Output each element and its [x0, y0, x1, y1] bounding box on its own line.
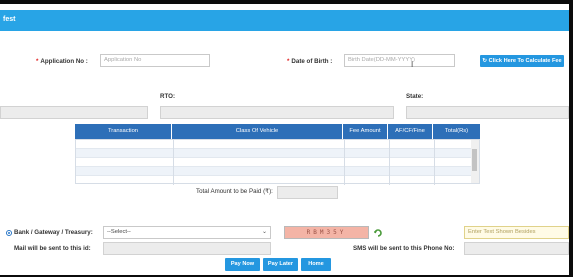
field-left-readonly [0, 106, 148, 119]
captcha-image: RBM35Y [284, 226, 369, 239]
total-amount-field [277, 186, 338, 199]
fee-table-header: Transaction Class Of Vehicle Fee Amount … [75, 124, 480, 139]
scrollbar-thumb[interactable] [472, 149, 477, 171]
text-cursor-icon: I [411, 60, 414, 69]
table-row [76, 158, 473, 167]
table-row [76, 140, 473, 149]
total-amount-label: Total Amount to be Paid (₹): [196, 188, 273, 195]
table-row [76, 167, 473, 176]
chevron-down-icon: ⌄ [261, 229, 267, 235]
application-no-input[interactable]: Application No [100, 54, 210, 67]
state-field [406, 106, 569, 119]
calculate-fee-button[interactable]: ↻ Click Here To Calculate Fee [480, 55, 564, 67]
captcha-input[interactable]: Enter Text Shown Besides [464, 226, 569, 239]
bank-gateway-select[interactable]: --Select-- ⌄ [103, 226, 271, 239]
pay-later-button[interactable]: Pay Later [263, 258, 298, 271]
fee-table-body [75, 139, 480, 185]
column-divider [344, 140, 345, 185]
date-of-birth-label: * Date of Birth : [287, 58, 333, 65]
sms-label: SMS will be sent to this Phone No: [353, 245, 455, 252]
phone-field [464, 242, 569, 255]
application-no-label: * Application No : [36, 58, 88, 65]
home-button[interactable]: Home [301, 258, 331, 271]
pay-now-button[interactable]: Pay Now [225, 258, 260, 271]
column-divider [173, 140, 174, 185]
column-divider [434, 140, 435, 185]
payment-mode-label: Bank / Gateway / Treasury: [14, 229, 93, 236]
table-row [76, 149, 473, 158]
select-value: --Select-- [107, 229, 131, 235]
column-header-total: Total(Rs) [444, 128, 469, 134]
rto-field [160, 106, 394, 119]
mail-label: Mail will be sent to this id: [14, 245, 91, 252]
payment-mode-radio[interactable] [6, 230, 12, 236]
page-header: fest [0, 10, 569, 31]
column-divider [389, 140, 390, 185]
column-header-fee-amount: Fee Amount [343, 124, 388, 139]
screen: fest * Application No : Application No * D… [0, 4, 569, 275]
rto-label: RTO: [160, 93, 176, 100]
email-field [103, 242, 271, 255]
column-header-transaction: Transaction [75, 124, 172, 139]
captcha-refresh-icon[interactable] [373, 228, 383, 238]
column-header-class-of-vehicle: Class Of Vehicle [172, 124, 343, 139]
state-label: State: [406, 93, 424, 100]
column-header-af-cf-fine: AF/CF/Fine [388, 124, 433, 139]
date-of-birth-input[interactable]: Birth Date(DD-MM-YYYY) [344, 54, 455, 67]
page-title: fest [3, 16, 16, 23]
table-scrollbar[interactable] [471, 140, 479, 183]
